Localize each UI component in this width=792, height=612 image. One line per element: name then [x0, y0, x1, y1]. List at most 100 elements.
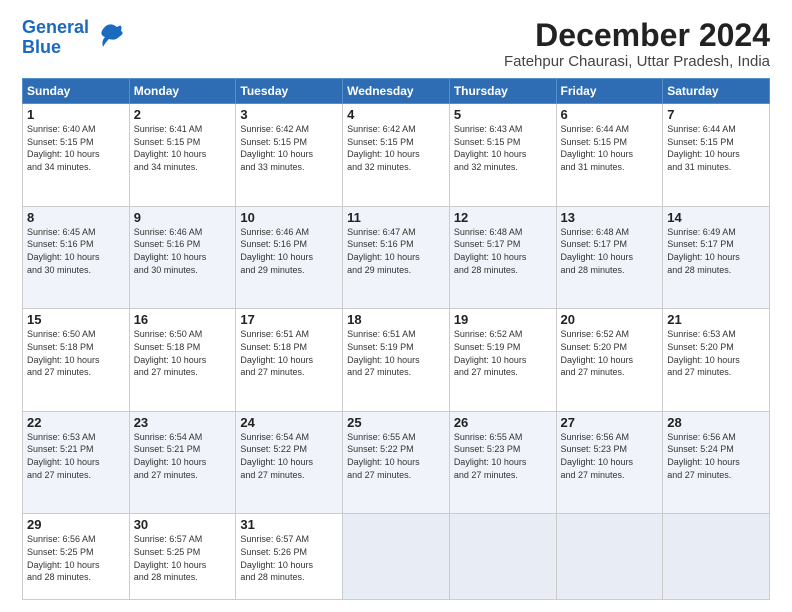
day-info: Sunrise: 6:56 AM Sunset: 5:25 PM Dayligh…: [27, 533, 125, 583]
day-number: 3: [240, 107, 338, 122]
calendar-cell: 22Sunrise: 6:53 AM Sunset: 5:21 PM Dayli…: [23, 411, 130, 514]
calendar-cell: 19Sunrise: 6:52 AM Sunset: 5:19 PM Dayli…: [449, 309, 556, 412]
day-number: 6: [561, 107, 659, 122]
calendar-cell: 13Sunrise: 6:48 AM Sunset: 5:17 PM Dayli…: [556, 206, 663, 309]
calendar-cell: 7Sunrise: 6:44 AM Sunset: 5:15 PM Daylig…: [663, 104, 770, 207]
day-info: Sunrise: 6:52 AM Sunset: 5:19 PM Dayligh…: [454, 328, 552, 378]
calendar-cell: 27Sunrise: 6:56 AM Sunset: 5:23 PM Dayli…: [556, 411, 663, 514]
calendar-cell: 25Sunrise: 6:55 AM Sunset: 5:22 PM Dayli…: [343, 411, 450, 514]
calendar-cell: 29Sunrise: 6:56 AM Sunset: 5:25 PM Dayli…: [23, 514, 130, 600]
day-number: 28: [667, 415, 765, 430]
col-header-friday: Friday: [556, 79, 663, 104]
calendar-cell: 5Sunrise: 6:43 AM Sunset: 5:15 PM Daylig…: [449, 104, 556, 207]
day-number: 24: [240, 415, 338, 430]
day-info: Sunrise: 6:42 AM Sunset: 5:15 PM Dayligh…: [240, 123, 338, 173]
col-header-wednesday: Wednesday: [343, 79, 450, 104]
page: General Blue December 2024 Fatehpur Chau…: [0, 0, 792, 612]
day-number: 11: [347, 210, 445, 225]
calendar-header-row: SundayMondayTuesdayWednesdayThursdayFrid…: [23, 79, 770, 104]
col-header-saturday: Saturday: [663, 79, 770, 104]
day-number: 5: [454, 107, 552, 122]
day-number: 22: [27, 415, 125, 430]
day-info: Sunrise: 6:41 AM Sunset: 5:15 PM Dayligh…: [134, 123, 232, 173]
day-info: Sunrise: 6:44 AM Sunset: 5:15 PM Dayligh…: [561, 123, 659, 173]
calendar-cell: [663, 514, 770, 600]
day-info: Sunrise: 6:54 AM Sunset: 5:22 PM Dayligh…: [240, 431, 338, 481]
day-info: Sunrise: 6:56 AM Sunset: 5:24 PM Dayligh…: [667, 431, 765, 481]
day-info: Sunrise: 6:56 AM Sunset: 5:23 PM Dayligh…: [561, 431, 659, 481]
day-info: Sunrise: 6:57 AM Sunset: 5:25 PM Dayligh…: [134, 533, 232, 583]
day-info: Sunrise: 6:47 AM Sunset: 5:16 PM Dayligh…: [347, 226, 445, 276]
calendar-row-4: 22Sunrise: 6:53 AM Sunset: 5:21 PM Dayli…: [23, 411, 770, 514]
calendar-cell: 12Sunrise: 6:48 AM Sunset: 5:17 PM Dayli…: [449, 206, 556, 309]
day-number: 14: [667, 210, 765, 225]
day-number: 30: [134, 517, 232, 532]
day-info: Sunrise: 6:45 AM Sunset: 5:16 PM Dayligh…: [27, 226, 125, 276]
logo: General Blue: [22, 18, 125, 58]
calendar-cell: 31Sunrise: 6:57 AM Sunset: 5:26 PM Dayli…: [236, 514, 343, 600]
day-number: 7: [667, 107, 765, 122]
calendar-cell: 28Sunrise: 6:56 AM Sunset: 5:24 PM Dayli…: [663, 411, 770, 514]
calendar-cell: 15Sunrise: 6:50 AM Sunset: 5:18 PM Dayli…: [23, 309, 130, 412]
calendar-cell: 8Sunrise: 6:45 AM Sunset: 5:16 PM Daylig…: [23, 206, 130, 309]
col-header-monday: Monday: [129, 79, 236, 104]
calendar-cell: 18Sunrise: 6:51 AM Sunset: 5:19 PM Dayli…: [343, 309, 450, 412]
calendar-cell: 30Sunrise: 6:57 AM Sunset: 5:25 PM Dayli…: [129, 514, 236, 600]
day-number: 21: [667, 312, 765, 327]
calendar-cell: [449, 514, 556, 600]
logo-text2: Blue: [22, 37, 61, 57]
calendar-cell: 17Sunrise: 6:51 AM Sunset: 5:18 PM Dayli…: [236, 309, 343, 412]
day-number: 4: [347, 107, 445, 122]
day-info: Sunrise: 6:48 AM Sunset: 5:17 PM Dayligh…: [454, 226, 552, 276]
col-header-sunday: Sunday: [23, 79, 130, 104]
calendar-table: SundayMondayTuesdayWednesdayThursdayFrid…: [22, 78, 770, 600]
day-number: 20: [561, 312, 659, 327]
header: General Blue December 2024 Fatehpur Chau…: [22, 18, 770, 70]
day-number: 19: [454, 312, 552, 327]
calendar-cell: 3Sunrise: 6:42 AM Sunset: 5:15 PM Daylig…: [236, 104, 343, 207]
day-info: Sunrise: 6:52 AM Sunset: 5:20 PM Dayligh…: [561, 328, 659, 378]
page-title: December 2024: [504, 18, 770, 53]
calendar-cell: 6Sunrise: 6:44 AM Sunset: 5:15 PM Daylig…: [556, 104, 663, 207]
day-info: Sunrise: 6:50 AM Sunset: 5:18 PM Dayligh…: [134, 328, 232, 378]
calendar-cell: 9Sunrise: 6:46 AM Sunset: 5:16 PM Daylig…: [129, 206, 236, 309]
calendar-row-1: 1Sunrise: 6:40 AM Sunset: 5:15 PM Daylig…: [23, 104, 770, 207]
day-info: Sunrise: 6:43 AM Sunset: 5:15 PM Dayligh…: [454, 123, 552, 173]
day-number: 23: [134, 415, 232, 430]
day-number: 31: [240, 517, 338, 532]
day-number: 27: [561, 415, 659, 430]
calendar-row-5: 29Sunrise: 6:56 AM Sunset: 5:25 PM Dayli…: [23, 514, 770, 600]
day-number: 12: [454, 210, 552, 225]
calendar-row-3: 15Sunrise: 6:50 AM Sunset: 5:18 PM Dayli…: [23, 309, 770, 412]
calendar-cell: [556, 514, 663, 600]
calendar-cell: 1Sunrise: 6:40 AM Sunset: 5:15 PM Daylig…: [23, 104, 130, 207]
day-info: Sunrise: 6:44 AM Sunset: 5:15 PM Dayligh…: [667, 123, 765, 173]
day-number: 25: [347, 415, 445, 430]
day-number: 2: [134, 107, 232, 122]
calendar-cell: 16Sunrise: 6:50 AM Sunset: 5:18 PM Dayli…: [129, 309, 236, 412]
day-number: 9: [134, 210, 232, 225]
calendar-cell: 26Sunrise: 6:55 AM Sunset: 5:23 PM Dayli…: [449, 411, 556, 514]
day-number: 16: [134, 312, 232, 327]
day-number: 29: [27, 517, 125, 532]
day-number: 15: [27, 312, 125, 327]
calendar-cell: 11Sunrise: 6:47 AM Sunset: 5:16 PM Dayli…: [343, 206, 450, 309]
calendar-cell: 4Sunrise: 6:42 AM Sunset: 5:15 PM Daylig…: [343, 104, 450, 207]
day-number: 26: [454, 415, 552, 430]
day-info: Sunrise: 6:53 AM Sunset: 5:20 PM Dayligh…: [667, 328, 765, 378]
day-info: Sunrise: 6:55 AM Sunset: 5:23 PM Dayligh…: [454, 431, 552, 481]
day-info: Sunrise: 6:54 AM Sunset: 5:21 PM Dayligh…: [134, 431, 232, 481]
calendar-cell: 2Sunrise: 6:41 AM Sunset: 5:15 PM Daylig…: [129, 104, 236, 207]
day-info: Sunrise: 6:53 AM Sunset: 5:21 PM Dayligh…: [27, 431, 125, 481]
page-subtitle: Fatehpur Chaurasi, Uttar Pradesh, India: [504, 53, 770, 70]
day-info: Sunrise: 6:40 AM Sunset: 5:15 PM Dayligh…: [27, 123, 125, 173]
day-info: Sunrise: 6:51 AM Sunset: 5:18 PM Dayligh…: [240, 328, 338, 378]
logo-bird-icon: [95, 19, 125, 57]
calendar-cell: 10Sunrise: 6:46 AM Sunset: 5:16 PM Dayli…: [236, 206, 343, 309]
day-info: Sunrise: 6:49 AM Sunset: 5:17 PM Dayligh…: [667, 226, 765, 276]
day-info: Sunrise: 6:50 AM Sunset: 5:18 PM Dayligh…: [27, 328, 125, 378]
day-info: Sunrise: 6:57 AM Sunset: 5:26 PM Dayligh…: [240, 533, 338, 583]
day-number: 18: [347, 312, 445, 327]
day-number: 13: [561, 210, 659, 225]
col-header-tuesday: Tuesday: [236, 79, 343, 104]
